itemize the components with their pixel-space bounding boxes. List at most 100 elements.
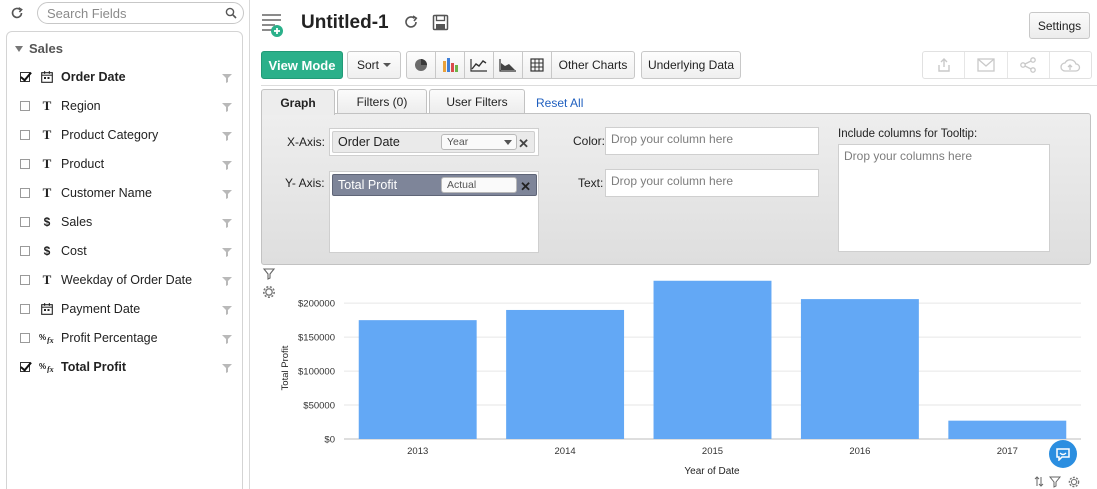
field-checkbox[interactable] xyxy=(20,275,30,285)
remove-y-axis-icon[interactable]: ✕ xyxy=(520,179,531,195)
bar-2014[interactable] xyxy=(506,309,625,439)
field-item[interactable]: $ Sales xyxy=(20,212,232,232)
field-checkbox[interactable] xyxy=(20,101,30,111)
sort-axis-icon[interactable] xyxy=(1034,476,1044,487)
save-icon[interactable] xyxy=(432,14,449,34)
reset-all-link[interactable]: Reset All xyxy=(536,96,583,110)
y-axis-aggregation-select[interactable]: Actual xyxy=(441,177,517,193)
chart-filter-icon[interactable] xyxy=(262,268,276,280)
other-charts-button[interactable]: Other Charts xyxy=(552,52,634,78)
color-label: Color: xyxy=(573,134,606,148)
area-chart-icon[interactable] xyxy=(494,52,523,78)
field-label: Customer Name xyxy=(61,186,152,200)
chart-area: 2013 2014 2015 2016 2017 $0 $50000 $100000 $150… xyxy=(261,266,1097,489)
pie-chart-icon[interactable] xyxy=(407,52,436,78)
share-icon[interactable] xyxy=(1008,52,1050,78)
bar-chart-icon[interactable] xyxy=(436,52,465,78)
settings-button[interactable]: Settings xyxy=(1029,12,1090,39)
field-filter-icon[interactable] xyxy=(222,130,232,144)
remove-x-axis-icon[interactable]: ✕ xyxy=(518,136,529,152)
field-filter-icon[interactable] xyxy=(222,159,232,173)
x-axis-field-pill[interactable]: Order Date Year ✕ xyxy=(332,131,535,153)
field-item[interactable]: % fx Total Profit xyxy=(20,357,232,377)
currency-type-icon: $ xyxy=(43,244,51,258)
field-item[interactable]: T Weekday of Order Date xyxy=(20,270,232,290)
field-group-sales[interactable]: Sales xyxy=(15,41,63,56)
field-checkbox[interactable] xyxy=(20,188,30,198)
field-item[interactable]: T Product xyxy=(20,154,232,174)
bar-2013[interactable] xyxy=(358,320,477,439)
email-icon[interactable] xyxy=(965,52,1008,78)
bar-2016[interactable] xyxy=(800,299,919,439)
field-item[interactable]: T Region xyxy=(20,96,232,116)
view-mode-button[interactable]: View Mode xyxy=(261,51,343,79)
chart-settings-gear-icon[interactable] xyxy=(263,286,275,298)
tooltip-label: Include columns for Tooltip: xyxy=(838,128,978,140)
field-filter-icon[interactable] xyxy=(222,333,232,347)
currency-type-icon: $ xyxy=(43,215,51,229)
chart-type-group: Other Charts xyxy=(406,51,635,79)
x-tick-label: 2015 xyxy=(702,446,723,457)
chart-filter-small-icon[interactable] xyxy=(1048,476,1062,488)
field-filter-icon[interactable] xyxy=(222,304,232,318)
color-dropzone[interactable]: Drop your column here xyxy=(605,127,819,155)
collapse-triangle-icon[interactable] xyxy=(15,45,23,52)
table-icon[interactable] xyxy=(523,52,552,78)
field-filter-icon[interactable] xyxy=(222,188,232,202)
search-fields-box[interactable] xyxy=(37,2,244,24)
text-dropzone[interactable]: Drop your column here xyxy=(605,169,819,197)
search-icon[interactable] xyxy=(225,7,237,22)
toolbar-divider xyxy=(261,85,1097,86)
field-checkbox[interactable] xyxy=(20,333,30,343)
field-label: Order Date xyxy=(61,70,126,84)
graph-config-panel: X-Axis: Order Date Year ✕ Y- Axis: Total… xyxy=(261,113,1091,265)
report-title[interactable]: Untitled-1 xyxy=(301,12,389,34)
y-axis-dropzone[interactable]: Total Profit Actual ✕ xyxy=(329,171,539,253)
field-filter-icon[interactable] xyxy=(222,362,232,376)
field-item[interactable]: Payment Date xyxy=(20,299,232,319)
x-tick-label: 2016 xyxy=(849,446,870,457)
search-fields-input[interactable] xyxy=(47,5,217,21)
field-checkbox[interactable] xyxy=(20,130,30,140)
explorer-menu-icon[interactable] xyxy=(261,12,285,41)
text-label: Text: xyxy=(578,176,604,190)
x-tick-label: 2014 xyxy=(555,446,576,457)
tooltip-dropzone[interactable]: Drop your columns here xyxy=(838,144,1050,252)
tab-graph[interactable]: Graph xyxy=(261,89,335,115)
field-checkbox[interactable] xyxy=(20,304,30,314)
field-item[interactable]: T Customer Name xyxy=(20,183,232,203)
chat-assist-button[interactable] xyxy=(1049,440,1077,468)
sort-button[interactable]: Sort xyxy=(347,51,401,79)
publish-icon[interactable] xyxy=(1050,52,1091,78)
x-axis-aggregation-select[interactable]: Year xyxy=(441,134,517,150)
field-checkbox[interactable] xyxy=(20,159,30,169)
field-filter-icon[interactable] xyxy=(222,72,232,86)
field-item[interactable]: Order Date xyxy=(20,67,232,87)
svg-text:%: % xyxy=(39,362,46,371)
bar-2015[interactable] xyxy=(653,280,772,439)
underlying-data-button[interactable]: Underlying Data xyxy=(641,51,741,79)
field-item[interactable]: T Product Category xyxy=(20,125,232,145)
field-filter-icon[interactable] xyxy=(222,275,232,289)
bar-2017[interactable] xyxy=(948,420,1067,439)
field-filter-icon[interactable] xyxy=(222,101,232,115)
field-checkbox[interactable] xyxy=(20,246,30,256)
field-filter-icon[interactable] xyxy=(222,217,232,231)
line-chart-icon[interactable] xyxy=(465,52,494,78)
chat-bubble-icon xyxy=(1056,448,1070,461)
field-item[interactable]: $ Cost xyxy=(20,241,232,261)
x-axis-dropzone[interactable]: Order Date Year ✕ xyxy=(329,128,539,156)
chart-options-gear-icon[interactable] xyxy=(1068,476,1080,488)
field-filter-icon[interactable] xyxy=(222,246,232,260)
refresh-fields-icon[interactable] xyxy=(6,2,28,24)
reload-icon[interactable] xyxy=(403,14,419,33)
field-checkbox[interactable] xyxy=(20,72,30,82)
export-icon[interactable] xyxy=(923,52,966,78)
tab-filters[interactable]: Filters (0) xyxy=(337,89,427,114)
tab-user-filters[interactable]: User Filters xyxy=(429,89,525,114)
field-item[interactable]: % fx Profit Percentage xyxy=(20,328,232,348)
y-tick-label: $200000 xyxy=(298,299,335,310)
y-axis-field-pill[interactable]: Total Profit Actual ✕ xyxy=(332,174,537,196)
field-checkbox[interactable] xyxy=(20,217,30,227)
field-checkbox[interactable] xyxy=(20,362,30,372)
